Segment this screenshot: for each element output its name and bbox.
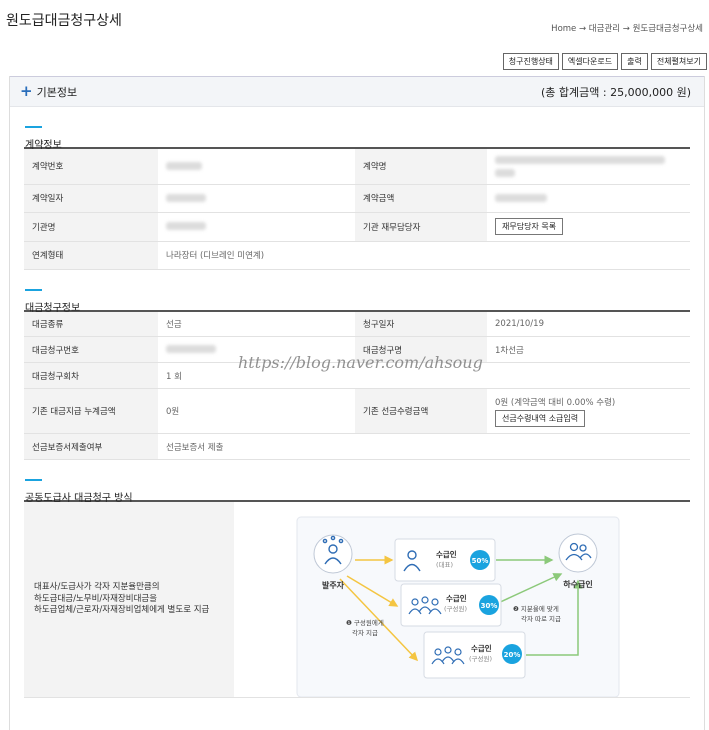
table-row: 대금청구번호 대금청구명 1차선금 [24,336,690,363]
value-guarantee: 선금보증서 제출 [158,433,690,460]
percent-text-3: 20% [504,651,521,659]
page-title: 원도급대금청구상세 [6,13,122,29]
percent-text-2: 30% [481,602,498,610]
label-guarantee: 선금보증서제출여부 [24,433,158,460]
value-agency [158,212,355,242]
sub-recipient-node [558,533,598,573]
label-contract-amount: 계약금액 [355,184,487,213]
contract-section-title: 계약정보 [25,140,62,151]
note-1-line-2: 각자 지급 [352,628,378,637]
description-line: 하도급대금/노무비/자재장비대금을 [34,593,158,604]
value-contract-name [487,148,690,185]
excel-download-button[interactable]: 엑셀다운로드 [561,53,619,70]
value-contract-amount [487,184,690,213]
label-contract-name: 계약명 [355,148,487,185]
joint-section: 공동도급사 대금청구 방식 대표사/도급사가 각자 지분율만큼의 하도급대금/노… [24,460,690,698]
label-agency: 기관명 [24,212,158,242]
plus-icon[interactable]: + [20,84,33,99]
note-1-line-1: ❶ 구성원에게 [346,618,384,627]
label-advance: 기존 선금수령금액 [355,388,487,434]
table-row: 기관명 기관 재무담당자 재무담당자 목록 [24,212,690,242]
value-cumulative: 0원 [158,388,355,434]
label-claim-no: 대금청구번호 [24,336,158,363]
label-claim-type: 대금종류 [24,310,158,337]
toolbar: 청구진행상태 엑셀다운로드 출력 전체펼쳐보기 [502,53,707,70]
basic-info-header[interactable]: + 기본정보 (총 합계금액 : 25,000,000 원) [10,76,704,107]
sub-recipient-label: 하수급인 [563,579,592,589]
table-row: 선금보증서제출여부 선금보증서 제출 [24,433,690,460]
label-finance-manager: 기관 재무담당자 [355,212,487,242]
joint-table: 대표사/도급사가 각자 지분율만큼의 하도급대금/노무비/자재장비대금을 하도급… [24,500,690,698]
claim-section-title: 대금청구정보 [25,302,81,314]
label-contract-date: 계약일자 [24,184,158,213]
value-link-type: 나라장터 (디브레인 미연계) [158,241,690,270]
value-advance: 0원 (계약금액 대비 0.00% 수령) 선금수령내역 소급입력 [487,388,690,434]
breadcrumb: Home → 대금관리 → 원도급대금청구상세 [551,24,703,34]
finance-manager-list-button[interactable]: 재무담당자 목록 [495,218,564,235]
orderer-node [313,534,353,574]
table-row: 대금청구회차 1 회 [24,362,690,389]
orderer-label: 발주자 [322,580,345,590]
table-row: 대표사/도급사가 각자 지분율만큼의 하도급대금/노무비/자재장비대금을 하도급… [24,501,690,698]
table-row: 기존 대금지급 누계금액 0원 기존 선금수령금액 0원 (계약금액 대비 0.… [24,388,690,434]
basic-info-panel: + 기본정보 (총 합계금액 : 25,000,000 원) 계약정보 계약번호… [9,76,705,730]
contract-table: 계약번호 계약명 계약일자 계약금액 기관명 기관 재무담당자 재무담당자 목록… [24,147,690,270]
advance-history-input-button[interactable]: 선금수령내역 소급입력 [495,409,586,427]
joint-description: 대표사/도급사가 각자 지분율만큼의 하도급대금/노무비/자재장비대금을 하도급… [24,501,234,698]
contract-section: 계약정보 계약번호 계약명 계약일자 계약금액 기관명 기관 재무담당자 재무담… [24,107,690,270]
claim-section: 대금청구정보 대금종류 선금 청구일자 2021/10/19 대금청구번호 대금… [24,270,690,460]
recipient-label-2: 수급인 [446,593,467,603]
label-claim-name: 대금청구명 [355,336,487,363]
label-claim-round: 대금청구회차 [24,362,158,389]
label-contract-no: 계약번호 [24,148,158,185]
table-row: 대금종류 선금 청구일자 2021/10/19 [24,310,690,337]
value-claim-name: 1차선금 [487,336,690,363]
percent-text-1: 50% [472,557,489,565]
section-accent-bar [25,288,42,291]
value-claim-no [158,336,355,363]
description-line: 하도급업체/근로자/자재장비업체에게 별도로 지급 [34,605,210,616]
recipient-role-3: (구성원) [469,654,492,663]
claim-table: 대금종류 선금 청구일자 2021/10/19 대금청구번호 대금청구명 1차선… [24,309,690,460]
description-line: 대표사/도급사가 각자 지분율만큼의 [34,582,160,593]
value-claim-round: 1 회 [158,362,690,389]
recipient-label-1: 수급인 [436,549,457,559]
total-amount: (총 합계금액 : 25,000,000 원) [541,85,691,99]
label-link-type: 연계형태 [24,241,158,270]
expand-all-button[interactable]: 전체펼쳐보기 [650,53,707,70]
note-2-line-1: ❷ 지분율에 맞게 [513,604,559,613]
table-row: 계약일자 계약금액 [24,184,690,213]
joint-section-title: 공동도급사 대금청구 방식 [25,493,133,504]
value-contract-no [158,148,355,185]
recipient-role-2: (구성원) [444,604,467,613]
payment-flow-diagram: 발주자 수급인 (대표) 50% 수급인 (구성원) 30% 수급인 (구성원)… [296,516,620,697]
section-accent-bar [25,126,42,128]
value-contract-date [158,184,355,213]
value-claim-date: 2021/10/19 [487,310,690,337]
value-finance-manager: 재무담당자 목록 [487,212,690,242]
advance-text: 0원 (계약금액 대비 0.00% 수령) [495,397,616,408]
table-row: 연계형태 나라장터 (디브레인 미연계) [24,241,690,270]
recipient-label-3: 수급인 [471,643,492,653]
section-accent-bar [25,479,42,481]
claim-status-button[interactable]: 청구진행상태 [502,53,559,70]
panel-title: 기본정보 [36,85,78,99]
label-cumulative: 기존 대금지급 누계금액 [24,388,158,434]
value-claim-type: 선금 [158,310,355,337]
label-claim-date: 청구일자 [355,310,487,337]
payment-diagram-cell: 발주자 수급인 (대표) 50% 수급인 (구성원) 30% 수급인 (구성원)… [234,501,690,698]
recipient-role-1: (대표) [436,561,453,569]
table-row: 계약번호 계약명 [24,148,690,185]
print-button[interactable]: 출력 [621,53,648,70]
note-2-line-2: 각자 따로 지급 [521,614,561,623]
